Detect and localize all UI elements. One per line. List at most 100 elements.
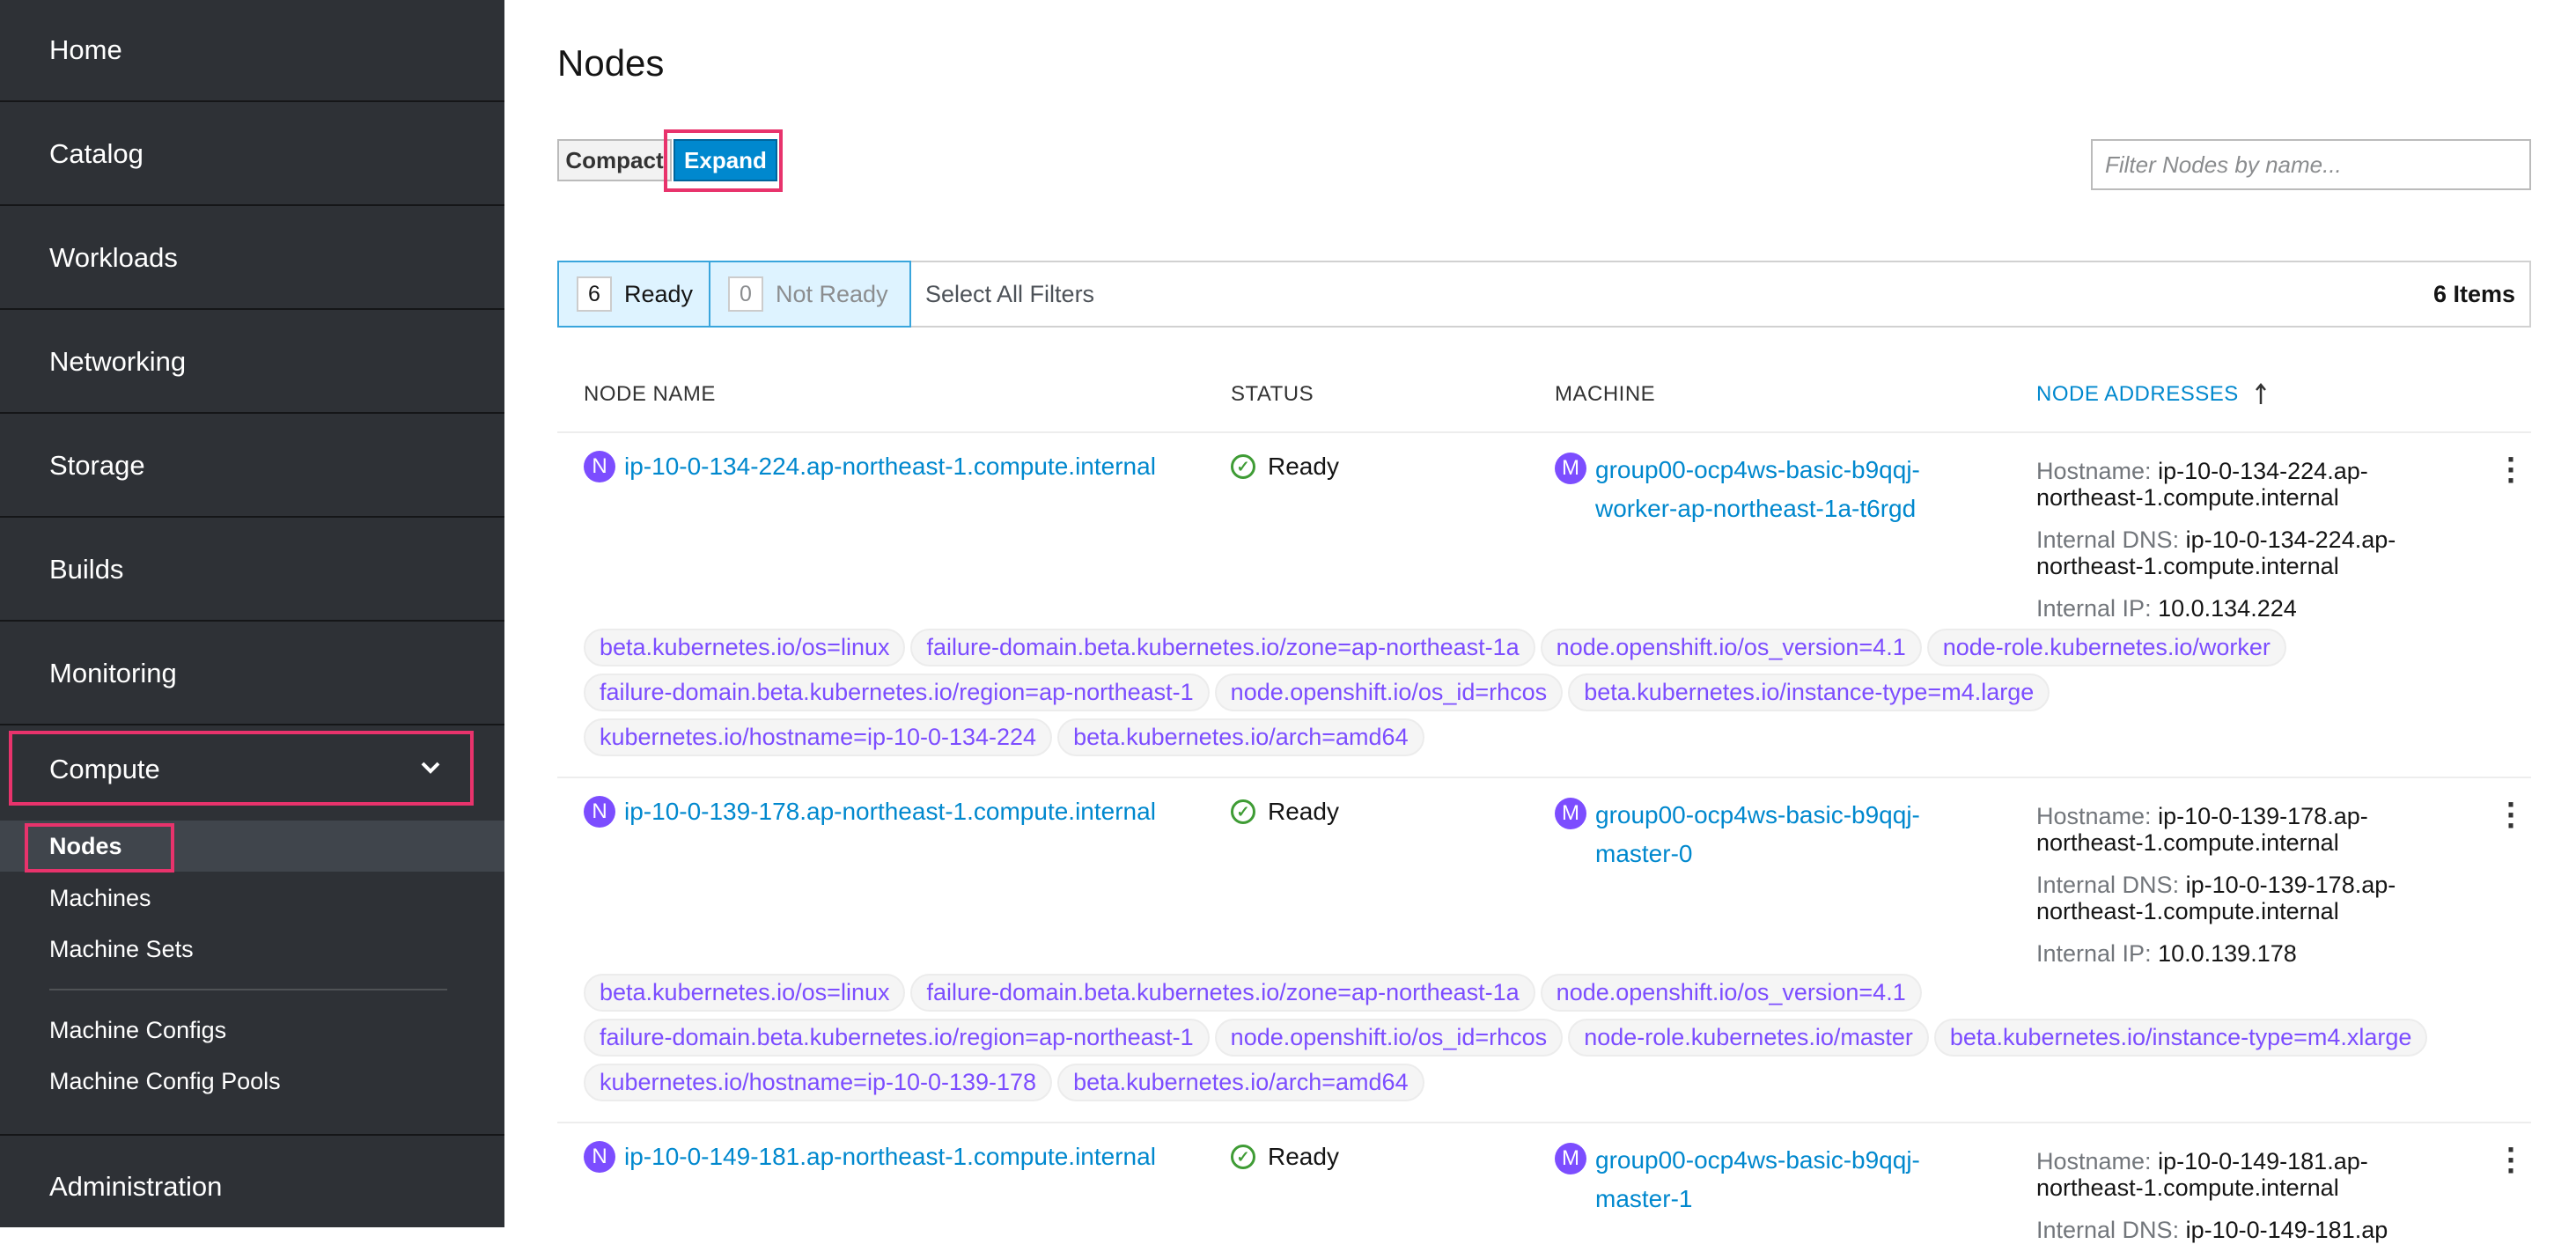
machine-cell: M group00-ocp4ws-basic-b9qqj-master-0 — [1555, 796, 1942, 873]
not-ready-filter-toggle[interactable]: 0 Not Ready — [709, 261, 911, 328]
not-ready-filter-label: Not Ready — [776, 280, 888, 307]
nav-item-networking[interactable]: Networking — [0, 312, 504, 414]
nav-item-monitoring[interactable]: Monitoring — [0, 623, 504, 725]
node-labels: beta.kubernetes.io/os=linux failure-doma… — [584, 629, 2485, 756]
subnav-divider — [49, 989, 447, 990]
hostname-label: Hostname: — [2036, 1148, 2152, 1174]
label-chip[interactable]: failure-domain.beta.kubernetes.io/zone=a… — [910, 629, 1535, 666]
subnav-item-machine-config-pools[interactable]: Machine Config Pools — [49, 1059, 281, 1103]
label-chip[interactable]: beta.kubernetes.io/instance-type=m4.larg… — [1568, 674, 2050, 711]
label-chip[interactable]: failure-domain.beta.kubernetes.io/zone=a… — [910, 974, 1535, 1012]
check-circle-icon: ✓ — [1231, 1145, 1255, 1169]
label-chip[interactable]: node.openshift.io/os_id=rhcos — [1214, 1019, 1564, 1057]
column-header-node-addresses-label: NODE ADDRESSES — [2036, 382, 2239, 406]
label-chip[interactable]: node.openshift.io/os_version=4.1 — [1540, 629, 1922, 666]
kebab-menu-icon[interactable]: · · · — [2503, 1134, 2521, 1187]
node-labels: beta.kubernetes.io/os=linux failure-doma… — [584, 974, 2485, 1101]
internal-dns-value: ip-10-0-149-181.ap — [2185, 1217, 2388, 1243]
nav-item-home[interactable]: Home — [0, 0, 504, 102]
sidebar: Home Catalog Workloads Networking Storag… — [0, 0, 504, 1227]
label-chip[interactable]: node.openshift.io/os_version=4.1 — [1540, 974, 1922, 1012]
column-header-node-name[interactable]: NODE NAME — [584, 382, 716, 407]
internal-ip-label: Internal IP: — [2036, 595, 2152, 622]
nodes-highlight-box — [25, 823, 174, 872]
machine-link[interactable]: group00-ocp4ws-basic-b9qqj-master-1 — [1595, 1141, 1942, 1219]
internal-ip-label: Internal IP: — [2036, 940, 2152, 967]
label-chip[interactable]: beta.kubernetes.io/instance-type=m4.xlar… — [1933, 1019, 2428, 1057]
column-header-machine[interactable]: MACHINE — [1555, 382, 1655, 407]
hostname-label: Hostname: — [2036, 458, 2152, 484]
label-chip[interactable]: failure-domain.beta.kubernetes.io/region… — [584, 1019, 1210, 1057]
label-chip[interactable]: node-role.kubernetes.io/worker — [1926, 629, 2286, 666]
status-cell: ✓ Ready — [1231, 798, 1339, 826]
node-addresses-cell: Hostname: ip-10-0-139-178.ap-northeast-1… — [2036, 803, 2459, 983]
check-circle-icon: ✓ — [1231, 799, 1255, 824]
table-row: N ip-10-0-139-178.ap-northeast-1.compute… — [557, 778, 2531, 1123]
label-chip[interactable]: node-role.kubernetes.io/master — [1568, 1019, 1929, 1057]
label-chip[interactable]: failure-domain.beta.kubernetes.io/region… — [584, 674, 1210, 711]
row-filter-bar: 6 Ready 0 Not Ready Select All Filters 6… — [557, 261, 2531, 328]
machine-resource-badge: M — [1555, 453, 1586, 484]
compute-highlight-box — [9, 731, 474, 806]
filter-nodes-input[interactable] — [2091, 139, 2531, 190]
subnav-item-machines[interactable]: Machines — [49, 876, 151, 920]
kebab-menu-icon[interactable]: · · · — [2503, 444, 2521, 497]
node-name: ip-10-0-149-181.ap-northeast-1.compute.i… — [624, 1143, 1156, 1170]
machine-link[interactable]: group00-ocp4ws-basic-b9qqj-worker-ap-nor… — [1595, 451, 1942, 528]
label-chip[interactable]: kubernetes.io/hostname=ip-10-0-134-224 — [584, 718, 1053, 756]
machine-cell: M group00-ocp4ws-basic-b9qqj-master-1 — [1555, 1141, 1942, 1219]
internal-dns-label: Internal DNS: — [2036, 872, 2180, 898]
node-link[interactable]: N ip-10-0-149-181.ap-northeast-1.compute… — [584, 1141, 1156, 1173]
label-chip[interactable]: kubernetes.io/hostname=ip-10-0-139-178 — [584, 1064, 1053, 1101]
machine-cell: M group00-ocp4ws-basic-b9qqj-worker-ap-n… — [1555, 451, 1942, 528]
compact-button[interactable]: Compact — [557, 139, 672, 181]
hostname-label: Hostname: — [2036, 803, 2152, 829]
label-chip[interactable]: beta.kubernetes.io/os=linux — [584, 974, 906, 1012]
ready-filter-toggle[interactable]: 6 Ready — [557, 261, 712, 328]
node-name: ip-10-0-139-178.ap-northeast-1.compute.i… — [624, 798, 1156, 825]
machine-link[interactable]: group00-ocp4ws-basic-b9qqj-master-0 — [1595, 796, 1942, 873]
not-ready-count: 0 — [728, 276, 763, 312]
node-link[interactable]: N ip-10-0-134-224.ap-northeast-1.compute… — [584, 451, 1156, 482]
page-title: Nodes — [557, 42, 665, 84]
node-name: ip-10-0-134-224.ap-northeast-1.compute.i… — [624, 453, 1156, 480]
items-count: 6 Items — [2432, 280, 2515, 307]
node-resource-badge: N — [584, 796, 615, 828]
subnav-item-machine-sets[interactable]: Machine Sets — [49, 927, 194, 971]
select-all-filters-link[interactable]: Select All Filters — [925, 262, 1094, 326]
node-addresses-cell: Hostname: ip-10-0-134-224.ap-northeast-1… — [2036, 458, 2459, 637]
subnav-item-machine-configs[interactable]: Machine Configs — [49, 1008, 226, 1052]
status-text: Ready — [1268, 453, 1339, 480]
kebab-menu-icon[interactable]: · · · — [2503, 789, 2521, 842]
internal-dns-label: Internal DNS: — [2036, 526, 2180, 553]
node-resource-badge: N — [584, 451, 615, 482]
status-text: Ready — [1268, 798, 1339, 825]
label-chip[interactable]: node.openshift.io/os_id=rhcos — [1214, 674, 1564, 711]
chevron-down-icon[interactable] — [421, 753, 440, 780]
expand-highlight-box — [664, 129, 783, 192]
label-chip[interactable]: beta.kubernetes.io/arch=amd64 — [1057, 718, 1424, 756]
nav-item-catalog[interactable]: Catalog — [0, 104, 504, 206]
internal-ip-value: 10.0.134.224 — [2158, 595, 2297, 622]
machine-resource-badge: M — [1555, 798, 1586, 829]
status-text: Ready — [1268, 1143, 1339, 1170]
table-row: N ip-10-0-134-224.ap-northeast-1.compute… — [557, 433, 2531, 778]
nav-item-storage[interactable]: Storage — [0, 416, 504, 518]
node-link[interactable]: N ip-10-0-139-178.ap-northeast-1.compute… — [584, 796, 1156, 828]
status-cell: ✓ Ready — [1231, 453, 1339, 481]
nav-item-workloads[interactable]: Workloads — [0, 208, 504, 310]
column-header-node-addresses[interactable]: NODE ADDRESSES — [2036, 382, 2267, 407]
node-resource-badge: N — [584, 1141, 615, 1173]
nav-item-administration[interactable]: Administration — [0, 1136, 504, 1238]
nav-item-builds[interactable]: Builds — [0, 519, 504, 622]
check-circle-icon: ✓ — [1231, 454, 1255, 479]
machine-resource-badge: M — [1555, 1143, 1586, 1174]
label-chip[interactable]: beta.kubernetes.io/arch=amd64 — [1057, 1064, 1424, 1101]
ready-count: 6 — [577, 276, 612, 312]
ready-filter-label: Ready — [624, 280, 694, 307]
column-header-status[interactable]: STATUS — [1231, 382, 1314, 407]
internal-dns-label: Internal DNS: — [2036, 1217, 2180, 1243]
label-chip[interactable]: beta.kubernetes.io/os=linux — [584, 629, 906, 666]
node-addresses-cell: Hostname: ip-10-0-149-181.ap-northeast-1… — [2036, 1148, 2459, 1259]
status-cell: ✓ Ready — [1231, 1143, 1339, 1171]
